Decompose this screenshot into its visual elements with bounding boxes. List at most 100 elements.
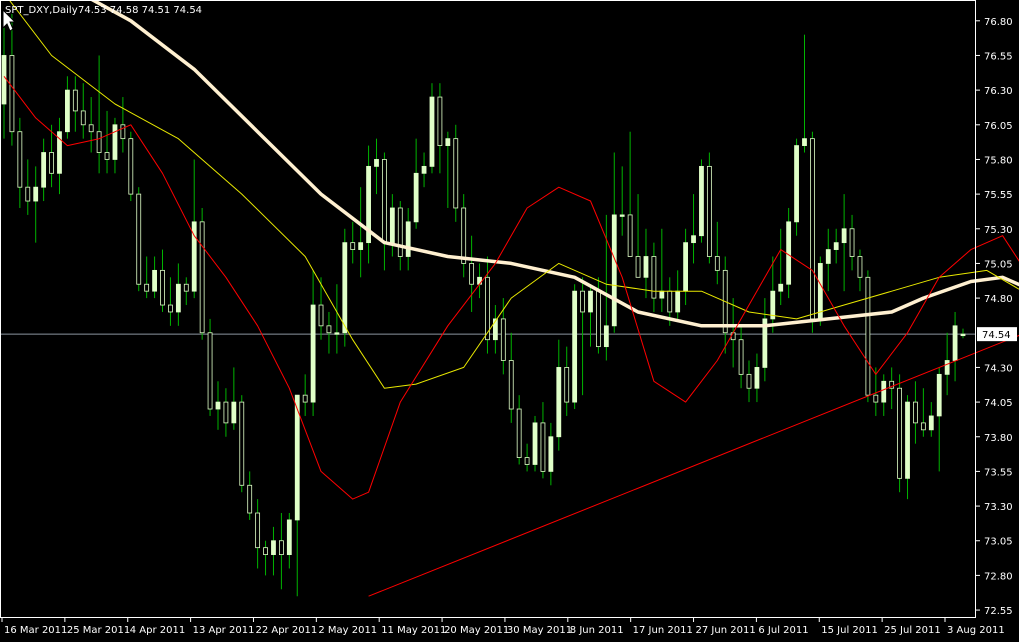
candle-body <box>730 332 736 341</box>
candle-body <box>754 367 760 389</box>
candle-body <box>389 207 395 244</box>
x-tick-label: 25 Mar 2011 <box>67 625 130 636</box>
candle-body <box>580 290 585 313</box>
candle-body <box>841 228 847 244</box>
candle-body <box>160 269 165 306</box>
y-tick-label: 74.30 <box>984 363 1013 374</box>
candle-body <box>199 221 205 334</box>
y-tick-label: 73.80 <box>984 433 1013 444</box>
candle-body <box>397 207 403 257</box>
candle-body <box>619 214 625 217</box>
candle-body <box>413 172 419 223</box>
x-tick-label: 13 Apr 2011 <box>193 625 255 636</box>
candle-body <box>920 422 926 431</box>
candle-body <box>944 360 950 375</box>
x-tick-label: 22 Apr 2011 <box>255 625 317 636</box>
candle-body <box>17 131 23 188</box>
candle-body <box>500 318 506 361</box>
candle-body <box>588 290 593 313</box>
x-tick-label: 2 May 2011 <box>318 625 377 636</box>
x-tick-label: 16 Mar 2011 <box>4 625 67 636</box>
candle-body <box>255 512 261 549</box>
candle-body <box>699 165 704 237</box>
x-tick-label: 15 Jul 2011 <box>821 625 878 636</box>
candle-body <box>72 89 78 112</box>
candle-body <box>825 249 831 264</box>
y-tick-label: 76.80 <box>984 17 1013 28</box>
candle-body <box>873 394 879 403</box>
candle-body <box>659 290 665 299</box>
candle-body <box>65 89 70 133</box>
x-tick-label: 4 Apr 2011 <box>130 625 185 636</box>
candle-body <box>778 283 784 292</box>
candle-body <box>247 484 253 514</box>
candle-body <box>302 394 308 403</box>
candle-body <box>49 152 54 174</box>
candle-body <box>128 138 134 195</box>
candle-body <box>405 221 411 257</box>
candle-body <box>651 256 657 299</box>
candle-body <box>271 540 276 556</box>
candle-body <box>928 415 934 431</box>
y-tick-label: 72.55 <box>984 606 1013 617</box>
x-tick-label: 20 May 2011 <box>444 625 509 636</box>
candle-body <box>286 519 292 556</box>
candle-body <box>833 242 839 250</box>
candle-body <box>691 235 696 244</box>
candle-body <box>374 159 379 167</box>
candle-body <box>342 242 348 334</box>
candle-body <box>104 152 110 160</box>
candle-body <box>318 304 324 327</box>
candle-body <box>881 380 887 403</box>
candle-body <box>564 367 570 403</box>
candle-body <box>675 290 681 313</box>
candle-body <box>477 276 482 285</box>
candle-body <box>33 186 39 202</box>
candle-body <box>683 242 689 292</box>
candle-body <box>786 221 792 285</box>
y-tick-label: 72.80 <box>984 571 1013 582</box>
y-tick-label: 73.55 <box>984 467 1013 478</box>
candle-body <box>223 401 229 424</box>
candle-body <box>461 207 467 264</box>
candle-body <box>635 256 641 278</box>
candle-body <box>817 263 823 320</box>
candle-body <box>421 165 427 174</box>
candle-body <box>548 436 554 472</box>
candle-body <box>603 325 609 348</box>
ohlc-caption: 74.53 74.58 74.51 74.54 <box>78 5 202 16</box>
candle-body <box>738 339 744 375</box>
x-tick-label: 25 Jul 2011 <box>884 625 941 636</box>
candle-body <box>9 55 15 133</box>
candle-body <box>746 373 752 389</box>
candle-body <box>540 422 546 472</box>
candle-body <box>857 256 863 278</box>
candle-body <box>358 242 364 250</box>
current-price-label: 74.54 <box>982 330 1011 341</box>
candle-body <box>611 214 617 327</box>
x-tick-label: 30 May 2011 <box>507 625 572 636</box>
x-tick-label: 17 Jun 2011 <box>633 625 693 636</box>
candle-body <box>897 387 902 479</box>
current-price-marker: 74.54 <box>977 327 1017 342</box>
y-tick-label: 73.30 <box>984 502 1013 513</box>
candle-body <box>183 283 189 292</box>
y-tick-label: 75.80 <box>984 155 1013 166</box>
candle-body <box>469 263 475 285</box>
candle-body <box>25 186 31 202</box>
candle-body <box>802 138 807 146</box>
candle-body <box>960 333 966 337</box>
candle-body <box>326 325 332 334</box>
candle-body <box>263 547 268 556</box>
candle-body <box>667 290 673 313</box>
candle-body <box>445 138 451 146</box>
candle-body <box>596 290 601 348</box>
candle-body <box>1 55 7 105</box>
candle-body <box>80 110 86 126</box>
y-tick-label: 75.05 <box>984 259 1013 270</box>
candle-body <box>239 401 245 486</box>
candle-body <box>865 276 871 396</box>
candle-body <box>508 360 514 410</box>
x-tick-label: 6 Jul 2011 <box>758 625 808 636</box>
candle-body <box>437 96 443 146</box>
